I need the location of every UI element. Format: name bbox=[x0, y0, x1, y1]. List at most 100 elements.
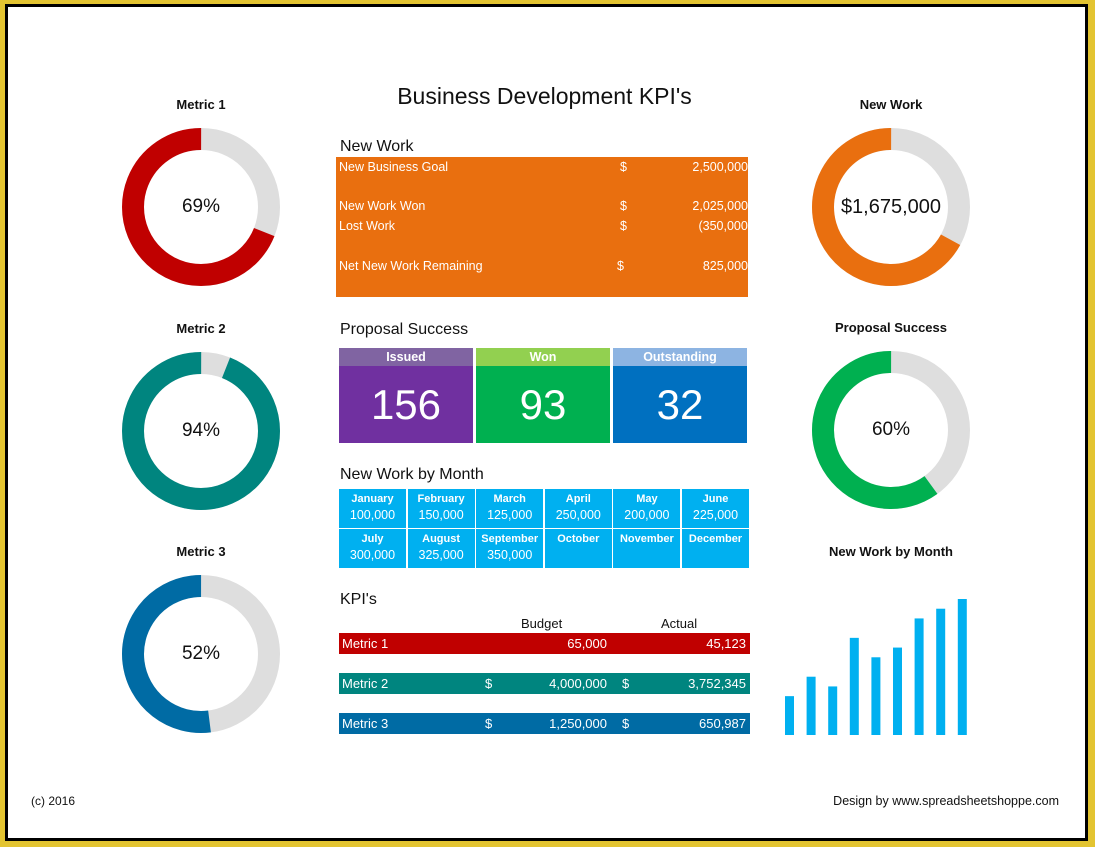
new-work-table: New Business Goal $ 2,500,000 New Work W… bbox=[336, 157, 752, 297]
month-name: August bbox=[422, 533, 461, 545]
donut-new-work: New Work $1,675,000 bbox=[796, 97, 986, 287]
month-name: November bbox=[619, 533, 674, 545]
month-cell: May 200,000 bbox=[613, 489, 681, 528]
month-value: 325,000 bbox=[418, 548, 464, 562]
donut-metric-3: Metric 3 52% bbox=[106, 544, 296, 734]
month-cell: September 350,000 bbox=[476, 529, 544, 568]
kpi-row-metric-2: Metric 2 $ 4,000,000 $ 3,752,345 bbox=[339, 673, 750, 694]
month-cell: October bbox=[544, 529, 612, 568]
budget-header: Budget bbox=[521, 616, 563, 631]
tile-value: 32 bbox=[613, 366, 747, 443]
month-name: March bbox=[493, 493, 526, 505]
month-name: February bbox=[417, 493, 465, 505]
bar-july bbox=[914, 618, 924, 735]
month-name: June bbox=[702, 493, 729, 505]
month-name: December bbox=[688, 533, 743, 545]
tile-label: Won bbox=[476, 348, 610, 366]
donut-value: 94% bbox=[181, 420, 221, 441]
row-value: (350,000) bbox=[698, 219, 752, 233]
month-name: May bbox=[636, 493, 658, 505]
donut-title: New Work bbox=[859, 97, 923, 112]
actual-currency: $ bbox=[622, 716, 630, 731]
month-name: April bbox=[565, 493, 591, 505]
row-value: 2,025,000 bbox=[692, 199, 748, 213]
kpi-section-title: KPI's bbox=[340, 591, 377, 608]
actual-value: 650,987 bbox=[699, 716, 746, 731]
tile-label: Issued bbox=[339, 348, 473, 366]
month-cell: December bbox=[682, 529, 749, 568]
donut-value: 69% bbox=[181, 196, 221, 217]
kpi-label: Metric 3 bbox=[342, 716, 389, 731]
month-name: October bbox=[557, 533, 600, 545]
donut-value: 52% bbox=[181, 643, 221, 664]
proposal-tiles: Issued 156 Won 93 Outstanding 32 bbox=[339, 348, 749, 444]
tile-won: Won 93 bbox=[476, 348, 610, 444]
month-value: 150,000 bbox=[418, 508, 464, 522]
row-value: 825,000 bbox=[702, 259, 748, 273]
donut-chart: 94% bbox=[121, 351, 281, 511]
bar-april bbox=[849, 637, 859, 735]
donut-proposal-success: Proposal Success 60% bbox=[796, 320, 986, 510]
new-work-section-title: New Work bbox=[340, 138, 414, 155]
tile-issued: Issued 156 bbox=[339, 348, 473, 444]
donut-chart: 60% bbox=[811, 350, 971, 510]
budget-currency: $ bbox=[485, 716, 493, 731]
row-label: New Business Goal bbox=[339, 160, 449, 174]
page-title-text: Business Development KPI's bbox=[397, 83, 692, 109]
new-work-row: Net New Work Remaining $ 825,000 bbox=[339, 259, 748, 277]
donut-chart: 69% bbox=[121, 127, 281, 287]
months-grid: January 100,000 February 150,000 March 125,00… bbox=[339, 489, 749, 569]
kpi-label: Metric 1 bbox=[342, 636, 389, 651]
donut-value: $1,675,000 bbox=[840, 196, 942, 218]
design-credit: Design by www.spreadsheetshoppe.com bbox=[833, 794, 1059, 808]
row-value: 2,500,000 bbox=[692, 160, 748, 174]
currency-symbol: $ bbox=[617, 259, 624, 273]
month-value: 250,000 bbox=[555, 508, 601, 522]
donut-chart: $1,675,000 bbox=[811, 127, 971, 287]
kpi-row-metric-3: Metric 3 $ 1,250,000 $ 650,987 bbox=[339, 713, 750, 734]
donut-metric-2: Metric 2 94% bbox=[106, 321, 296, 511]
budget-currency: $ bbox=[485, 676, 493, 691]
month-value: 300,000 bbox=[349, 548, 396, 562]
month-value: 200,000 bbox=[624, 508, 670, 522]
month-value: 100,000 bbox=[349, 508, 396, 522]
month-cell: June 225,000 bbox=[682, 489, 749, 528]
new-work-row: New Work Won $ 2,025,000 bbox=[339, 199, 748, 217]
new-work-row: New Business Goal $ 2,500,000 bbox=[339, 160, 748, 178]
bar-february bbox=[806, 676, 816, 735]
actual-currency: $ bbox=[622, 676, 630, 691]
month-name: July bbox=[361, 533, 384, 545]
month-cell: November bbox=[613, 529, 681, 568]
new-work-bar-chart bbox=[785, 599, 967, 735]
month-cell: July 300,000 bbox=[339, 529, 406, 568]
donut-metric-1: Metric 1 69% bbox=[106, 97, 296, 287]
tile-value: 156 bbox=[339, 366, 473, 443]
month-cell: August 325,000 bbox=[407, 529, 475, 568]
tile-label: Outstanding bbox=[613, 348, 747, 366]
bar-march bbox=[828, 686, 838, 735]
actual-value: 3,752,345 bbox=[688, 676, 746, 691]
bar-may bbox=[871, 657, 881, 735]
month-cell: January 100,000 bbox=[339, 489, 406, 528]
currency-symbol: $ bbox=[620, 199, 627, 213]
month-value: 225,000 bbox=[692, 508, 739, 522]
donut-chart: 52% bbox=[121, 574, 281, 734]
bar-august bbox=[936, 608, 946, 735]
tile-value: 93 bbox=[476, 366, 610, 443]
donut-title: Metric 3 bbox=[176, 544, 226, 559]
kpi-row-metric-1: Metric 1 65,000 45,123 bbox=[339, 633, 750, 654]
copyright-text: (c) 2016 bbox=[31, 794, 76, 808]
months-section-title: New Work by Month bbox=[340, 466, 484, 483]
budget-value: 1,250,000 bbox=[549, 716, 607, 731]
donut-title: Metric 1 bbox=[176, 97, 226, 112]
month-cell: April 250,000 bbox=[544, 489, 612, 528]
bar-september bbox=[957, 599, 967, 735]
month-name: January bbox=[351, 493, 394, 505]
budget-value: 4,000,000 bbox=[549, 676, 607, 691]
month-value: 350,000 bbox=[487, 548, 533, 562]
donut-title: Metric 2 bbox=[176, 321, 226, 336]
month-name: September bbox=[481, 533, 539, 545]
donut-value: 60% bbox=[871, 419, 911, 440]
actual-value: 45,123 bbox=[706, 636, 746, 651]
month-value: 125,000 bbox=[487, 508, 533, 522]
